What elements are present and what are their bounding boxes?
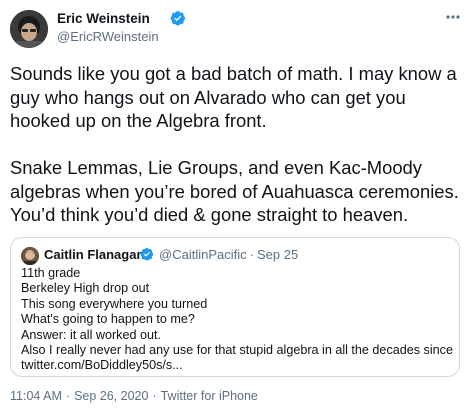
quoted-line: Also I really never had any use for that… [21, 343, 453, 358]
tweet-source[interactable]: Twitter for iPhone [161, 389, 258, 403]
quoted-verified-badge-icon [140, 248, 154, 261]
tweet-time[interactable]: 11:04 AM [10, 389, 62, 403]
tweet-text: Sounds like you got a bad batch of math.… [10, 63, 459, 225]
verified-badge-icon [170, 11, 185, 26]
quoted-avatar-image [21, 247, 39, 265]
meta-separator: · [65, 389, 71, 403]
quoted-line: What's going to happen to me? [21, 312, 195, 327]
tweet-meta: 11:04 AM · Sep 26, 2020 · Twitter for iPhone [10, 389, 258, 403]
quoted-tweet[interactable]: Caitlin Flanagan @CaitlinPacific · Sep 25 … [10, 237, 460, 377]
tweet: Eric Weinstein @EricRWeinstein Sounds li… [0, 0, 475, 413]
quoted-line: This song everywhere you turned [21, 296, 208, 311]
quoted-link[interactable]: twitter.com/BoDiddley50s/s... [21, 358, 453, 373]
quoted-author-avatar [21, 247, 39, 265]
avatar-image [10, 10, 48, 48]
quoted-handle-row: @CaitlinPacific · Sep 25 [159, 247, 298, 262]
quoted-separator: · [249, 247, 254, 262]
quoted-author-name: Caitlin Flanagan [44, 247, 145, 262]
quoted-tweet-text: 11th grade Berkeley High drop out This s… [21, 266, 453, 374]
author-name[interactable]: Eric Weinstein [57, 11, 150, 26]
author-avatar[interactable] [10, 10, 48, 48]
quoted-author-handle: @CaitlinPacific [159, 247, 247, 262]
author-handle[interactable]: @EricRWeinstein [57, 29, 159, 44]
quoted-line: Answer: it all worked out. [21, 327, 161, 342]
meta-separator: · [152, 389, 157, 403]
tweet-date[interactable]: Sep 26, 2020 [74, 389, 148, 403]
quoted-line: 11th grade [21, 266, 81, 280]
more-options-icon[interactable] [443, 9, 463, 25]
quoted-date: Sep 25 [256, 247, 299, 262]
quoted-line: Berkeley High drop out [21, 281, 150, 296]
